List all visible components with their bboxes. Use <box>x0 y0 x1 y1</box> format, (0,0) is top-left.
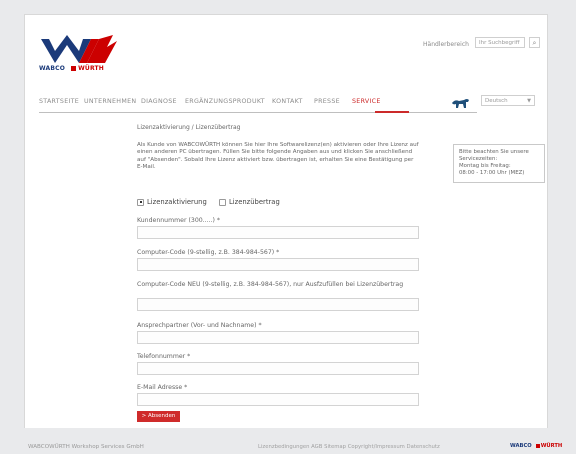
footer-logo-wurth: WÜRTH <box>540 443 563 449</box>
logo-mark <box>41 35 117 63</box>
radio-activation[interactable] <box>137 198 144 206</box>
contact-person-label: Ansprechpartner (Vor- und Nachname) * <box>137 322 262 329</box>
logo-wabco-text: WABCO <box>39 65 66 72</box>
computer-code-label: Computer-Code (9-stellig, z.B. 384-984-5… <box>137 249 280 256</box>
radio-transfer[interactable] <box>218 198 226 206</box>
email-label: E-Mail Adresse * <box>137 384 188 391</box>
info-line-1: Bitte beachten Sie unsere <box>459 149 529 155</box>
search-icon[interactable]: ⌕ <box>529 37 540 48</box>
logo-wurth-text: WÜRTH <box>78 65 105 72</box>
contact-person-field[interactable] <box>137 331 419 344</box>
language-select-value: Deutsch <box>485 98 508 104</box>
logo-text: WABCO WÜRTH <box>39 65 104 72</box>
customer-number-label: Kundennummer (300.....) * <box>137 217 220 224</box>
phone-field[interactable] <box>137 362 419 375</box>
nav-divider <box>39 112 477 113</box>
email-field[interactable] <box>137 393 419 406</box>
nav-item-ergaenzungsprodukt[interactable]: ERGÄNZUNGSPRODUKT <box>185 98 265 105</box>
search-input[interactable]: Ihr Suchbegriff <box>475 37 525 48</box>
footer-logo: WABCO WÜRTH <box>510 443 562 449</box>
info-line-3: Montag bis Freitag: <box>459 163 511 170</box>
page-title: Lizenzaktivierung / Lizenzübertrag <box>137 124 241 131</box>
nav-item-diagnose[interactable]: DIAGNOSE <box>141 98 177 105</box>
computer-code-new-field[interactable] <box>137 298 419 311</box>
footer: WABCOWÜRTH Workshop Services GmbH Lizenz… <box>0 428 576 454</box>
radio-activation-label: Lizenzaktivierung <box>147 198 207 206</box>
dealer-area-link[interactable]: Händlerbereich <box>423 41 469 48</box>
phone-label: Telefonnummer * <box>137 353 191 360</box>
intro-text: Als Kunde von WABCOWÜRTH können Sie hier… <box>137 142 419 171</box>
nav-item-service[interactable]: SERVICE <box>352 98 381 105</box>
submit-button[interactable]: > Absenden <box>137 411 180 422</box>
mascot-animal-icon <box>451 95 471 109</box>
nav-item-unternehmen[interactable]: UNTERNEHMEN <box>84 98 136 105</box>
footer-logo-wabco: WABCO <box>510 443 532 449</box>
license-type-radios: Lizenzaktivierung Lizenzübertrag <box>137 198 290 206</box>
service-hours-box: Bitte beachten Sie unsere Servicezeiten:… <box>453 144 545 184</box>
nav-active-indicator <box>375 111 409 113</box>
computer-code-field[interactable] <box>137 258 419 271</box>
nav-item-presse[interactable]: PRESSE <box>314 98 340 105</box>
nav-item-kontakt[interactable]: KONTAKT <box>272 98 303 105</box>
footer-links[interactable]: Lizenzbedingungen AGB Sitemap Copyright/… <box>258 444 440 450</box>
customer-number-field[interactable] <box>137 226 419 239</box>
chevron-down-icon: ▼ <box>527 98 531 104</box>
nav-item-startseite[interactable]: STARTSEITE <box>39 98 79 105</box>
language-select[interactable]: Deutsch ▼ <box>481 95 535 106</box>
page-container: WABCO WÜRTH Händlerbereich Ihr Suchbegrif… <box>24 14 548 430</box>
info-line-2: Servicezeiten: <box>459 156 498 163</box>
computer-code-new-label: Computer-Code NEU (9-stellig, z.B. 384-9… <box>137 281 404 288</box>
radio-transfer-label: Lizenzübertrag <box>228 198 280 206</box>
info-line-4: 08:00 - 17:00 Uhr (MEZ) <box>459 170 525 177</box>
footer-company: WABCOWÜRTH Workshop Services GmbH <box>28 444 144 450</box>
